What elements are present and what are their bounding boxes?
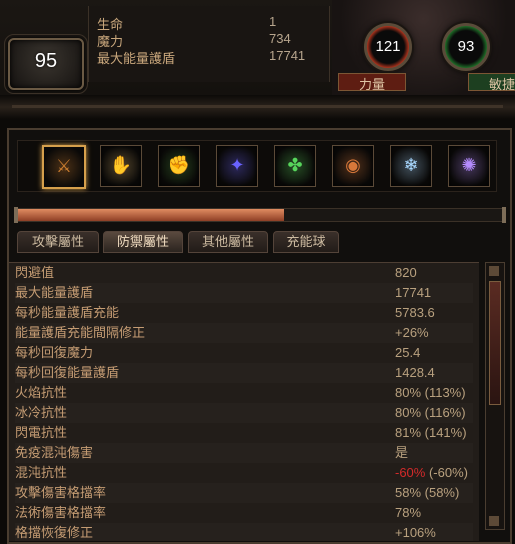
tab-attack[interactable]: 攻擊屬性 xyxy=(17,231,99,253)
list-item: 火焰抗性 80% (113%) xyxy=(15,383,473,403)
stat-value: 78% xyxy=(395,505,422,520)
sword-glyph: ⚔ xyxy=(55,156,73,176)
ice-skill-icon[interactable]: ❄ xyxy=(390,145,432,187)
stat-life-label: 生命 xyxy=(97,17,124,32)
swirl-glyph: ✺ xyxy=(461,155,477,175)
stat-label: 閃避值 xyxy=(15,265,55,280)
claw-glyph: ✋ xyxy=(109,155,133,175)
experience-bar-left-cap xyxy=(14,207,18,223)
ornamental-divider xyxy=(0,95,515,119)
stat-label: 格擋恢復修正 xyxy=(15,525,94,540)
stat-value-negative: -60% xyxy=(395,465,426,480)
stat-label: 每秒回復魔力 xyxy=(15,345,94,360)
stat-value: +106% xyxy=(395,525,436,540)
stat-label: 每秒能量護盾充能 xyxy=(15,305,120,320)
list-item: 最大能量護盾 17741 xyxy=(15,283,473,303)
list-item: 閃避值 820 xyxy=(15,263,473,283)
top-bar: 95 生命 1 魔力 734 最大能量護盾 17741 121 93 力量 敏捷 xyxy=(0,0,515,95)
stat-value: 1428.4 xyxy=(395,365,435,380)
list-item: 免疫混沌傷害 是 xyxy=(15,443,473,463)
stat-energy-shield: 最大能量護盾 17741 xyxy=(97,48,325,66)
dexterity-value: 93 xyxy=(457,38,475,55)
stat-energy-shield-value: 17741 xyxy=(269,48,306,63)
list-item: 能量護盾充能間隔修正 +26% xyxy=(15,323,473,343)
stat-label: 冰冷抗性 xyxy=(15,405,68,420)
stat-value: 58% (58%) xyxy=(395,485,460,500)
stat-label: 免疫混沌傷害 xyxy=(15,445,94,460)
stat-energy-shield-label: 最大能量護盾 xyxy=(97,51,176,66)
list-item: 混沌抗性 -60% (-60%) xyxy=(15,463,473,483)
experience-bar-right-cap xyxy=(502,207,506,223)
orb-glyph: ◉ xyxy=(345,155,361,175)
sword-skill-icon[interactable]: ⚔ xyxy=(42,145,86,189)
stat-label: 法術傷害格擋率 xyxy=(15,505,107,520)
tab-misc[interactable]: 其他屬性 xyxy=(188,231,268,253)
scrollbar[interactable] xyxy=(485,262,505,530)
stat-label: 火焰抗性 xyxy=(15,385,68,400)
list-item: 每秒能量護盾充能 5783.6 xyxy=(15,303,473,323)
fist-skill-icon[interactable]: ✊ xyxy=(158,145,200,187)
strength-label: 力量 xyxy=(338,73,406,92)
scroll-up-arrow[interactable] xyxy=(489,266,499,276)
stat-value: 80% (116%) xyxy=(395,405,466,420)
stat-value: 820 xyxy=(395,265,417,280)
stat-label: 最大能量護盾 xyxy=(15,285,94,300)
stat-value: 是 xyxy=(395,445,409,460)
stat-life: 生命 1 xyxy=(97,14,325,32)
stat-value: +26% xyxy=(395,325,429,340)
dexterity-label: 敏捷 xyxy=(468,73,515,92)
stat-value: 5783.6 xyxy=(395,305,435,320)
stat-value-rest: (-60%) xyxy=(425,465,468,480)
level-number: 95 xyxy=(34,50,58,72)
skill-bar: ⚔ ✋ ✊ ✦ ✤ ◉ ❄ ✺ xyxy=(17,140,497,192)
stat-label: 每秒回復能量護盾 xyxy=(15,365,120,380)
top-stats-panel: 生命 1 魔力 734 最大能量護盾 17741 xyxy=(88,6,330,82)
tab-bar: 攻擊屬性 防禦屬性 其他屬性 充能球 xyxy=(17,231,501,253)
defense-stat-list: 閃避值 820 最大能量護盾 17741 每秒能量護盾充能 5783.6 能量護… xyxy=(9,262,479,541)
experience-bar xyxy=(14,207,506,223)
tab-defense[interactable]: 防禦屬性 xyxy=(103,231,183,253)
stat-value: -60% (-60%) xyxy=(395,463,468,483)
list-item: 閃電抗性 81% (141%) xyxy=(15,423,473,443)
ice-glyph: ❄ xyxy=(403,155,419,175)
list-item: 法術傷害格擋率 78% xyxy=(15,503,473,523)
leaf-glyph: ✤ xyxy=(287,155,303,175)
stat-mana-value: 734 xyxy=(269,31,291,46)
stat-value: 17741 xyxy=(395,285,432,300)
experience-fill xyxy=(18,209,285,221)
stat-value: 25.4 xyxy=(395,345,421,360)
leaf-skill-icon[interactable]: ✤ xyxy=(274,145,316,187)
strength-value: 121 xyxy=(375,38,401,55)
attribute-orbs: 121 93 力量 敏捷 xyxy=(332,0,515,95)
stats-panel: ⚔ ✋ ✊ ✦ ✤ ◉ ❄ ✺ 攻擊屬性 防禦屬性 其他屬性 充能球 閃避值 820 最大能量… xyxy=(7,128,512,544)
stat-life-value: 1 xyxy=(269,14,277,29)
scroll-down-arrow[interactable] xyxy=(489,516,499,526)
stat-mana: 魔力 734 xyxy=(97,31,325,49)
scroll-thumb[interactable] xyxy=(489,281,501,405)
stat-mana-label: 魔力 xyxy=(97,34,124,49)
list-item: 每秒回復能量護盾 1428.4 xyxy=(15,363,473,383)
list-item: 冰冷抗性 80% (116%) xyxy=(15,403,473,423)
stat-label: 混沌抗性 xyxy=(15,465,68,480)
arcane-glyph: ✦ xyxy=(229,155,245,175)
stat-value: 81% (141%) xyxy=(395,425,467,440)
orb-skill-icon[interactable]: ◉ xyxy=(332,145,374,187)
list-item: 攻擊傷害格擋率 58% (58%) xyxy=(15,483,473,503)
swirl-skill-icon[interactable]: ✺ xyxy=(448,145,490,187)
strength-orb: 121 xyxy=(364,23,412,71)
list-item: 格擋恢復修正 +106% xyxy=(15,523,473,541)
stat-label: 能量護盾充能間隔修正 xyxy=(15,325,146,340)
stat-value: 80% (113%) xyxy=(395,385,466,400)
arcane-skill-icon[interactable]: ✦ xyxy=(216,145,258,187)
dexterity-orb: 93 xyxy=(442,23,490,71)
fist-glyph: ✊ xyxy=(167,155,191,175)
level-badge: 95 xyxy=(4,34,88,94)
list-item: 每秒回復魔力 25.4 xyxy=(15,343,473,363)
claw-skill-icon[interactable]: ✋ xyxy=(100,145,142,187)
stat-label: 閃電抗性 xyxy=(15,425,68,440)
tab-charges[interactable]: 充能球 xyxy=(273,231,339,253)
stat-label: 攻擊傷害格擋率 xyxy=(15,485,107,500)
